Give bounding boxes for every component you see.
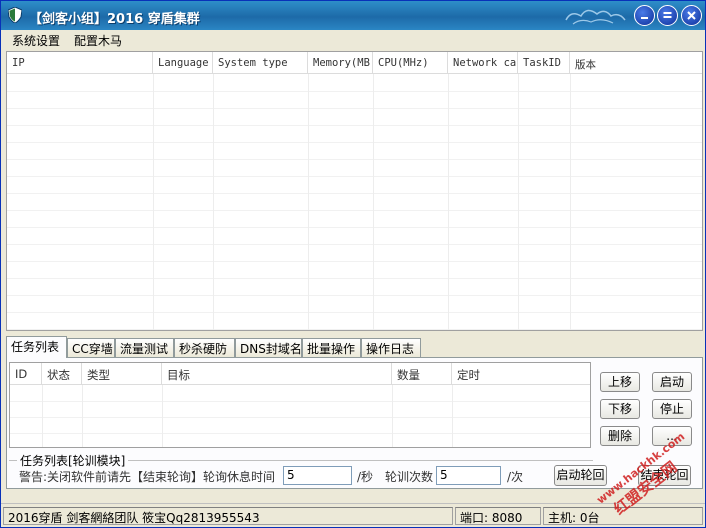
- poll-module-legend: 任务列表[轮训模块]: [17, 452, 129, 469]
- grid-row-line: [7, 329, 702, 330]
- poll-count-unit: /次: [507, 470, 524, 484]
- column-header-type[interactable]: 类型: [82, 363, 162, 385]
- hosts-table[interactable]: IP Language System type Memory(MB CPU(MH…: [6, 51, 703, 331]
- tab-dns-block[interactable]: DNS封域名: [235, 338, 302, 357]
- grid-row-line: [7, 261, 702, 262]
- column-header-ip[interactable]: IP: [7, 52, 153, 74]
- column-header-cpu[interactable]: CPU(MHz): [373, 52, 448, 74]
- task-row-line: [10, 433, 590, 434]
- main-window: 【剑客小组】2016 穿盾集群 系统设置 配置木马 IP Language Sy…: [0, 0, 706, 528]
- task-table[interactable]: ID 状态 类型 目标 数量 定时: [9, 362, 591, 448]
- move-down-button[interactable]: 下移: [600, 399, 640, 419]
- task-column-line: [42, 385, 43, 447]
- tab-hard-defense[interactable]: 秒杀硬防: [174, 338, 235, 357]
- window-title: 【剑客小组】2016 穿盾集群: [29, 12, 200, 27]
- column-header-network[interactable]: Network ca: [448, 52, 518, 74]
- status-port-value: 8080: [491, 511, 523, 525]
- task-row-line: [10, 417, 590, 418]
- grid-row-line: [7, 312, 702, 313]
- task-column-line: [82, 385, 83, 447]
- menu-system-settings[interactable]: 系统设置: [12, 32, 60, 49]
- tab-task-list[interactable]: 任务列表: [6, 336, 67, 358]
- grid-row-line: [7, 159, 702, 160]
- status-hosts: 主机: 0台: [543, 507, 703, 525]
- status-hosts-value: 0台: [579, 511, 600, 525]
- column-header-quantity[interactable]: 数量: [392, 363, 452, 385]
- delete-button[interactable]: 删除: [600, 426, 640, 446]
- grid-column-line: [153, 74, 154, 330]
- grid-column-line: [213, 74, 214, 330]
- task-column-line: [162, 385, 163, 447]
- column-header-language[interactable]: Language: [153, 52, 213, 74]
- status-hosts-label: 主机:: [548, 511, 577, 525]
- restore-button[interactable]: [657, 5, 678, 26]
- column-header-id[interactable]: ID: [10, 363, 42, 385]
- status-team: 2016穿盾 剑客網絡团队 筱宝Qq2813955543: [3, 507, 453, 525]
- close-button[interactable]: [681, 5, 702, 26]
- column-header-schedule[interactable]: 定时: [452, 363, 590, 385]
- grid-row-line: [7, 244, 702, 245]
- grid-row-line: [7, 125, 702, 126]
- move-up-button[interactable]: 上移: [600, 372, 640, 392]
- grid-row-line: [7, 227, 702, 228]
- status-port: 端口: 8080: [455, 507, 541, 525]
- column-header-taskid[interactable]: TaskID: [518, 52, 570, 74]
- start-poll-button[interactable]: 启动轮回: [554, 465, 607, 486]
- stop-poll-button[interactable]: 结束轮回: [638, 465, 691, 486]
- stop-button[interactable]: 停止: [652, 399, 692, 419]
- poll-count-input[interactable]: 5: [436, 466, 501, 485]
- grid-column-line: [570, 74, 571, 330]
- rest-time-input[interactable]: 5: [283, 466, 352, 485]
- side-button-right-3[interactable]: ...: [652, 426, 692, 446]
- grid-row-line: [7, 108, 702, 109]
- grid-row-line: [7, 278, 702, 279]
- restore-icon: [663, 12, 672, 18]
- tab-cc-bypass[interactable]: CC穿墙: [67, 338, 115, 357]
- grid-row-line: [7, 193, 702, 194]
- task-list-panel: ID 状态 类型 目标 数量 定时 上移 启动 下移 停止 删除 ... 任务列…: [6, 357, 703, 489]
- column-header-target[interactable]: 目标: [162, 363, 392, 385]
- grid-column-line: [448, 74, 449, 330]
- shield-icon: [8, 7, 22, 23]
- poll-warning-text: 警告:关闭软件前请先【结束轮询】轮询休息时间: [19, 470, 276, 484]
- menu-bar: 系统设置 配置木马: [1, 30, 705, 49]
- status-bar: 2016穿盾 剑客網絡团队 筱宝Qq2813955543 端口: 8080 主机…: [1, 503, 705, 527]
- column-header-status[interactable]: 状态: [42, 363, 82, 385]
- minimize-button[interactable]: [634, 5, 655, 26]
- grid-column-line: [373, 74, 374, 330]
- grid-column-line: [308, 74, 309, 330]
- tab-operation-log[interactable]: 操作日志: [361, 338, 421, 357]
- title-bar[interactable]: 【剑客小组】2016 穿盾集群: [1, 1, 705, 30]
- start-button[interactable]: 启动: [652, 372, 692, 392]
- menu-configure-trojan[interactable]: 配置木马: [74, 32, 122, 49]
- cloud-decoration-icon: [565, 9, 626, 25]
- grid-row-line: [7, 142, 702, 143]
- column-header-memory[interactable]: Memory(MB: [308, 52, 373, 74]
- task-column-line: [452, 385, 453, 447]
- close-icon: [687, 11, 696, 20]
- grid-row-line: [7, 210, 702, 211]
- tab-traffic-test[interactable]: 流量测试: [115, 338, 174, 357]
- grid-column-line: [518, 74, 519, 330]
- task-column-line: [392, 385, 393, 447]
- grid-row-line: [7, 295, 702, 296]
- grid-row-line: [7, 91, 702, 92]
- poll-count-label: 轮训次数: [385, 470, 434, 484]
- column-header-system-type[interactable]: System type: [213, 52, 308, 74]
- tab-batch-operations[interactable]: 批量操作: [302, 338, 361, 357]
- rest-time-unit: /秒: [357, 470, 374, 484]
- task-row-line: [10, 401, 590, 402]
- minimize-icon: [641, 17, 648, 19]
- status-port-label: 端口:: [460, 511, 489, 525]
- grid-row-line: [7, 176, 702, 177]
- column-header-version[interactable]: 版本: [570, 52, 702, 74]
